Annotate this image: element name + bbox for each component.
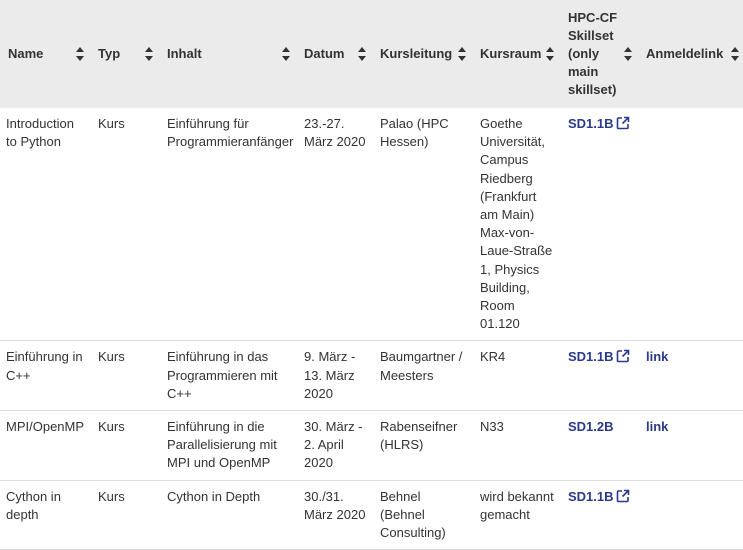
anmeldelink-link[interactable]: link [646,349,668,364]
cell-name: Cython in depth [6,488,61,522]
cell-kursraum: Goethe Universität, Campus Riedberg (Fra… [480,116,553,332]
cell-kursleitung: Rabenseifner (HLRS) [380,419,458,453]
table-row: Introduction to Python Kurs Einführung f… [0,108,743,341]
cell-kursleitung: Baumgartner / Meesters [380,349,463,383]
column-header-label: Inhalt [167,46,202,61]
skillset-link-label: SD1.1B [568,488,614,504]
cell-datum: 30. März - 2. April 2020 [304,419,363,471]
cell-skillset: SD1.1B [562,108,640,341]
column-header-kursraum[interactable]: Kursraum [474,0,562,108]
column-header-label: Anmeldelink [646,46,724,61]
cell-anmeldelink: link [640,411,743,481]
courses-table: Name Typ Inhalt Datum Kursleitung Kursra… [0,0,743,550]
table-row: Einführung in C++ Kurs Einführung in das… [0,341,743,411]
cell-anmeldelink: link [640,341,743,411]
sort-icon[interactable] [145,47,153,61]
sort-icon[interactable] [458,47,466,61]
skillset-link[interactable]: SD1.2B [568,419,614,434]
column-header-label: Kursraum [480,46,542,61]
column-header-label: HPC-CF Skillset (only main skillset) [568,10,618,97]
cell-datum: 9. März - 13. März 2020 [304,349,356,401]
header-row: Name Typ Inhalt Datum Kursleitung Kursra… [0,0,743,108]
column-header-kursleitung[interactable]: Kursleitung [374,0,474,108]
skillset-link[interactable]: SD1.1B [568,489,630,504]
column-header-label: Name [8,46,44,61]
external-link-icon [616,116,629,130]
cell-name: Einführung in C++ [6,349,83,383]
anmeldelink-link[interactable]: link [646,419,668,434]
cell-name: MPI/OpenMP [6,419,85,435]
skillset-link-label: SD1.1B [568,116,614,131]
cell-inhalt: Einführung für Programmieranfänger [167,116,294,150]
cell-kursraum: wird bekannt gemacht [480,488,554,522]
cell-inhalt: Einführung in das Programmieren mit C++ [167,349,278,401]
cell-name: Introduction to Python [6,116,74,150]
cell-skillset: SD1.1B [562,341,640,411]
cell-skillset: SD1.2B [562,411,640,481]
column-header-datum[interactable]: Datum [298,0,374,108]
sort-icon[interactable] [546,47,554,61]
skillset-link-label: SD1.1B [568,349,614,365]
column-header-label: Datum [304,46,345,61]
cell-datum: 30./31. März 2020 [304,488,366,522]
cell-inhalt: Einführung in die Parallelisierung mit M… [167,419,277,471]
external-link-icon [616,350,629,363]
cell-kursraum: N33 [480,419,504,435]
column-header-typ[interactable]: Typ [92,0,161,108]
skillset-link[interactable]: SD1.1B [568,116,630,131]
cell-skillset: SD1.1B [562,480,640,550]
cell-typ: Kurs [98,419,125,435]
skillset-link[interactable]: SD1.1B [568,349,630,364]
column-header-name[interactable]: Name [0,0,92,108]
column-header-label: Kursleitung [380,46,453,61]
sort-icon[interactable] [624,47,632,61]
cell-typ: Kurs [98,116,125,131]
cell-kursraum: KR4 [480,349,506,365]
cell-typ: Kurs [98,488,125,504]
column-header-inhalt[interactable]: Inhalt [161,0,298,108]
sort-icon[interactable] [282,47,290,61]
table-row: MPI/OpenMP Kurs Einführung in die Parall… [0,411,743,481]
cell-kursleitung: Palao (HPC Hessen) [380,116,449,150]
sort-icon[interactable] [76,47,84,61]
cell-kursleitung: Behnel (Behnel Consulting) [380,488,446,541]
external-link-icon [616,489,629,502]
cell-datum: 23.-27. März 2020 [304,116,366,150]
cell-anmeldelink [640,108,743,341]
skillset-link-label: SD1.2B [568,419,614,435]
cell-typ: Kurs [98,349,125,365]
column-header-anmeldelink[interactable]: Anmeldelink [640,0,743,108]
column-header-skillset[interactable]: HPC-CF Skillset (only main skillset) [562,0,640,108]
cell-inhalt: Cython in Depth [167,488,261,504]
table-row: Cython in depth Kurs Cython in Depth 30.… [0,480,743,550]
sort-icon[interactable] [358,47,366,61]
sort-icon[interactable] [731,47,739,61]
cell-anmeldelink [640,480,743,550]
column-header-label: Typ [98,46,121,61]
